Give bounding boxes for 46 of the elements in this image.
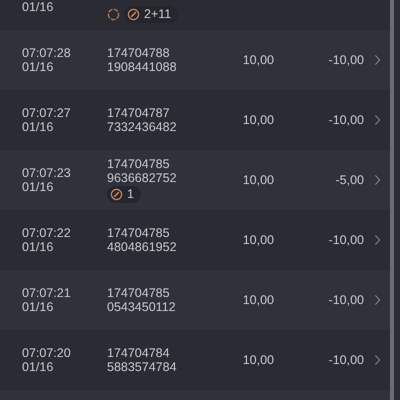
time-text: 07:07:21 [22,286,72,300]
order-number: 174704785 [107,157,171,171]
time-text: 07:07:22 [22,226,72,240]
order-number: 174704785 [107,286,171,300]
result-text: -10,00 [328,233,364,247]
serial-number: 1908441088 [107,60,178,74]
date-text: 01/16 [22,240,54,254]
order-number: 174704788 [107,46,171,60]
chevron-icon[interactable] [374,54,380,66]
serial-number: 7332436482 [107,120,178,134]
order-number: 174704784 [107,346,171,360]
date-text: 01/16 [22,120,54,134]
chevron-icon[interactable] [374,114,380,126]
time-text: 07:07:28 [22,46,72,60]
amount-text: 10,00 [242,353,274,367]
amount-text: 10,00 [242,113,274,127]
time-text: 07:07:20 [22,346,72,360]
date-text: 01/16 [22,300,54,314]
chevron-icon[interactable] [374,174,380,186]
date-text: 01/16 [22,0,54,14]
count-badge: 2+11 [124,6,178,23]
serial-number: 5883574784 [107,360,178,374]
chevron-icon[interactable] [374,294,380,306]
chevron-icon[interactable] [374,354,380,366]
result-text: -10,00 [328,293,364,307]
amount-text: 10,00 [242,173,274,187]
time-text: 07:07:27 [22,106,72,120]
count-badge: 1 [107,186,141,203]
chevron-icon[interactable] [374,234,380,246]
serial-number: 4804861952 [107,240,178,254]
result-text: -10,00 [328,353,364,367]
time-text: 07:07:23 [22,166,72,180]
date-text: 01/16 [22,60,54,74]
amount-text: 10,00 [242,293,274,307]
order-number: 174704787 [107,106,171,120]
result-text: -10,00 [328,113,364,127]
result-text: -5,00 [336,173,364,187]
date-text: 01/16 [22,180,54,194]
order-number: 174704785 [107,226,171,240]
scrollbar[interactable] [390,0,394,400]
serial-number: 9636682752 [107,171,178,185]
serial-number: 0543450112 [107,300,177,314]
amount-text: 10,00 [242,53,274,67]
amount-text: 10,00 [242,233,274,247]
result-text: -10,00 [328,53,364,67]
date-text: 01/16 [22,360,54,374]
